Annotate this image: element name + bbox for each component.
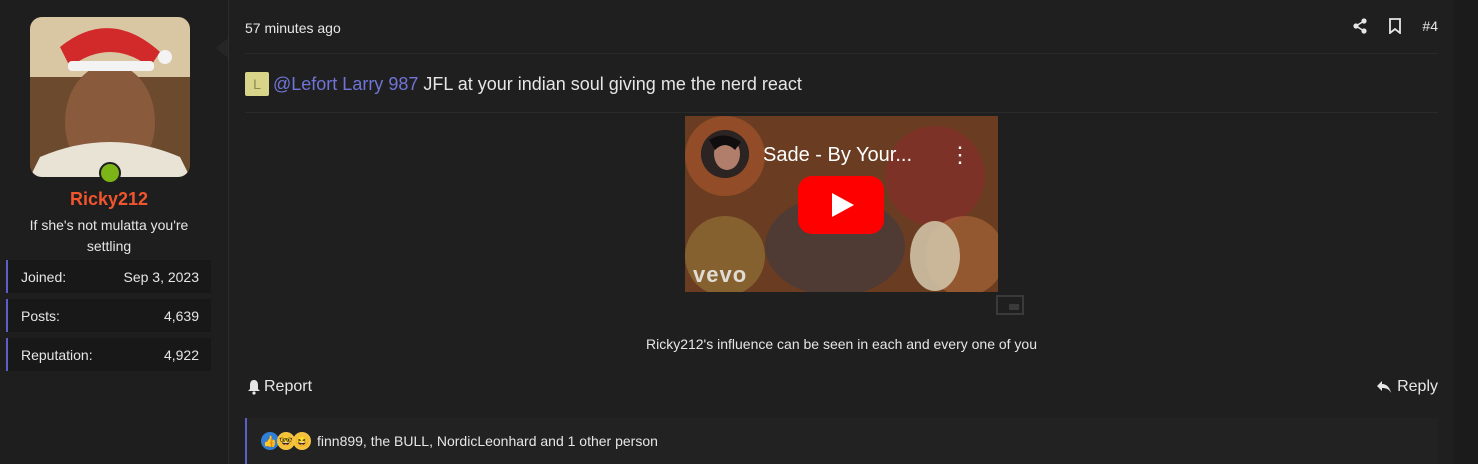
stat-value: Sep 3, 2023 — [123, 268, 199, 285]
quote-divider — [245, 112, 1438, 113]
channel-avatar[interactable] — [701, 130, 749, 178]
stat-label: Posts: — [21, 307, 60, 324]
picture-in-picture-icon[interactable] — [996, 295, 1024, 315]
page-gutter — [1453, 0, 1478, 464]
stat-label: Reputation: — [21, 346, 93, 363]
stat-value: 4,922 — [163, 346, 199, 363]
post-body: 57 minutes ago #4 L @Lefort Larry 987 JF… — [228, 0, 1454, 464]
youtube-embed[interactable]: Sade - By Your... ⋮ vevo — [685, 116, 998, 292]
post-message: L @Lefort Larry 987 JFL at your indian s… — [245, 72, 802, 96]
stat-posts: Posts: 4,639 — [6, 299, 211, 332]
stat-joined: Joined: Sep 3, 2023 — [6, 260, 211, 293]
header-divider — [245, 53, 1438, 54]
reactions-bar[interactable]: 👍 🤓 😆 finn899, the BULL, NordicLeonhard … — [245, 418, 1438, 464]
mention-avatar[interactable]: L — [245, 72, 269, 96]
message-text: JFL at your indian soul giving me the ne… — [423, 73, 802, 94]
post-number[interactable]: #4 — [1422, 18, 1438, 34]
stat-reputation: Reputation: 4,922 — [6, 338, 211, 371]
reaction-icons: 👍 🤓 😆 — [261, 432, 311, 450]
video-title[interactable]: Sade - By Your... — [763, 144, 912, 167]
reply-icon — [1377, 381, 1392, 393]
share-icon[interactable] — [1352, 18, 1368, 34]
user-sidebar: Ricky212 If she's not mulatta you're set… — [0, 0, 228, 464]
user-title: If she's not mulatta you're settling — [29, 217, 189, 254]
stat-label: Joined: — [21, 268, 67, 285]
user-avatar[interactable] — [30, 17, 190, 177]
post-timestamp[interactable]: 57 minutes ago — [245, 20, 341, 36]
report-button[interactable]: Report — [247, 378, 312, 396]
reactions-text[interactable]: finn899, the BULL, NordicLeonhard and 1 … — [317, 433, 658, 449]
online-status-indicator — [99, 162, 121, 184]
username[interactable]: Ricky212 — [0, 189, 218, 210]
user-signature: Ricky212's influence can be seen in each… — [645, 336, 1038, 352]
laugh-reaction-icon: 😆 — [293, 432, 311, 450]
bookmark-icon[interactable] — [1388, 18, 1402, 34]
post-pointer-arrow — [216, 38, 228, 58]
more-options-icon[interactable]: ⋮ — [949, 144, 971, 166]
reply-label: Reply — [1397, 378, 1438, 395]
mention-link[interactable]: @Lefort Larry 987 — [273, 74, 418, 95]
play-button[interactable] — [798, 176, 884, 234]
stat-value: 4,639 — [163, 307, 199, 324]
vevo-watermark: vevo — [693, 262, 748, 287]
reply-button[interactable]: Reply — [1376, 378, 1438, 396]
report-label: Report — [264, 378, 313, 395]
post-header-actions: #4 — [1352, 18, 1438, 34]
bell-icon — [248, 380, 260, 395]
